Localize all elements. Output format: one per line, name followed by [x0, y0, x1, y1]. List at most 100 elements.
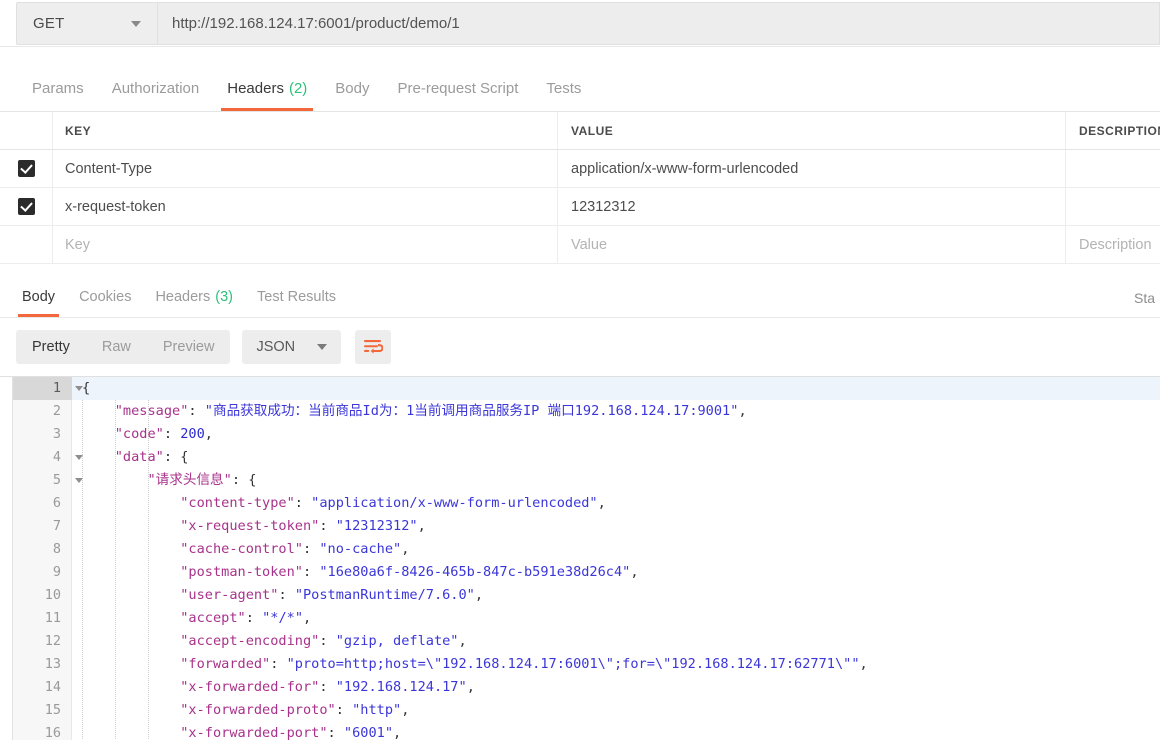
code-line: 13 "forwarded": "proto=http;host=\"192.1… — [13, 653, 1160, 676]
token-key: "x-request-token" — [180, 518, 320, 534]
request-tab-label: Headers — [227, 79, 284, 97]
token-punc: { — [82, 380, 91, 396]
token-key: "x-forwarded-proto" — [180, 702, 336, 718]
code-line: 7 "x-request-token": "12312312", — [13, 515, 1160, 538]
response-tabs: Body Cookies Headers (3) Test Results Sta — [0, 266, 1160, 318]
header-key-input[interactable]: Key — [53, 226, 558, 263]
token-punc: , — [303, 610, 312, 626]
request-tab-authorization[interactable]: Authorization — [98, 65, 214, 111]
code-line: 15 "x-forwarded-proto": "http", — [13, 699, 1160, 722]
code-line: 16 "x-forwarded-port": "6001", — [13, 722, 1160, 740]
line-number: 14 — [44, 679, 61, 695]
token-punc: , — [401, 702, 410, 718]
header-key-input[interactable]: Content-Type — [53, 150, 558, 187]
code-line-content: "x-request-token": "12312312", — [72, 515, 1160, 538]
token-key: "accept-encoding" — [180, 633, 320, 649]
response-tab-label: Body — [22, 289, 56, 305]
line-number: 16 — [44, 725, 61, 740]
token-key: "code" — [114, 426, 164, 442]
fold-toggle-icon[interactable] — [75, 386, 83, 391]
response-tab-body[interactable]: Body — [10, 277, 67, 317]
line-number: 10 — [44, 587, 61, 603]
code-line: 9 "postman-token": "16e80a6f-8426-465b-8… — [13, 561, 1160, 584]
request-tab-tests[interactable]: Tests — [532, 65, 595, 111]
token-punc: , — [738, 403, 747, 419]
chevron-down-icon — [131, 20, 141, 27]
token-punc: , — [474, 587, 484, 603]
token-punc: , — [466, 679, 475, 695]
code-line-content: "x-forwarded-proto": "http", — [72, 699, 1160, 722]
token-str: "192.168.124.17" — [335, 679, 467, 695]
code-line: 8 "cache-control": "no-cache", — [13, 538, 1160, 561]
token-punc: : — [278, 587, 295, 603]
headers-select-all-cell — [0, 112, 53, 149]
response-tab-cookies[interactable]: Cookies — [67, 277, 143, 317]
token-punc: : — [270, 656, 287, 672]
headers-column-header: VALUE — [558, 112, 1066, 149]
request-tabs: Params Authorization Headers (2) Body Pre-req… — [0, 47, 1160, 111]
header-key-input[interactable]: x-request-token — [53, 188, 558, 225]
fold-toggle-icon[interactable] — [75, 455, 83, 460]
token-key: "x-forwarded-port" — [180, 725, 328, 740]
code-line: 6 "content-type": "application/x-www-for… — [13, 492, 1160, 515]
token-punc: : — [327, 725, 344, 740]
view-mode-preview[interactable]: Preview — [147, 330, 231, 364]
token-key: "message" — [114, 403, 189, 419]
response-tab-label: Headers — [155, 289, 211, 305]
header-value-input[interactable]: 12312312 — [558, 188, 1066, 225]
header-value-input[interactable]: application/x-www-form-urlencoded — [558, 150, 1066, 187]
response-tab-headers[interactable]: Headers (3) — [143, 277, 245, 317]
code-line-content: "请求头信息": { — [72, 469, 1160, 492]
line-number: 11 — [44, 610, 61, 626]
word-wrap-toggle-button[interactable] — [355, 330, 392, 364]
token-punc: : — [294, 495, 312, 511]
token-punc: : — [302, 541, 320, 557]
token-key: "请求头信息" — [147, 472, 232, 488]
headers-column-header: KEY — [53, 112, 558, 149]
request-tab-body[interactable]: Body — [321, 65, 383, 111]
response-tab-test-results[interactable]: Test Results — [245, 277, 348, 317]
token-punc: : — [245, 610, 263, 626]
token-str: "商品获取成功：当前商品Id为：1当前调用商品服务IP 端口192.168.12… — [204, 403, 739, 419]
view-mode-pretty[interactable]: Pretty — [16, 330, 86, 364]
header-description-input[interactable]: Description — [1066, 226, 1160, 263]
token-punc: : — [319, 679, 336, 695]
response-language-select[interactable]: JSON — [242, 330, 342, 364]
code-line: 4 "data": { — [13, 446, 1160, 469]
line-number: 5 — [52, 472, 61, 488]
fold-toggle-icon[interactable] — [75, 478, 83, 483]
token-str: "application/x-www-form-urlencoded" — [311, 495, 598, 511]
header-description-input[interactable] — [1066, 150, 1160, 187]
request-tab-pre-request-script[interactable]: Pre-request Script — [384, 65, 533, 111]
view-mode-raw[interactable]: Raw — [86, 330, 147, 364]
header-enabled-checkbox[interactable] — [17, 198, 35, 215]
header-enabled-checkbox[interactable] — [17, 160, 35, 177]
code-line-content: "x-forwarded-port": "6001", — [72, 722, 1160, 740]
request-url-input[interactable]: http://192.168.124.17:6001/product/demo/… — [158, 2, 1160, 45]
request-tab-count: (2) — [288, 79, 308, 97]
code-line-content: "data": { — [72, 446, 1160, 469]
token-key: "user-agent" — [180, 587, 279, 603]
token-str: "12312312" — [335, 518, 418, 534]
token-punc: : — [163, 426, 181, 442]
headers-table: KEY VALUE DESCRIPTION Content-Type applicati… — [0, 111, 1160, 264]
headers-column-header: DESCRIPTION — [1079, 123, 1160, 138]
request-tab-headers[interactable]: Headers (2) — [213, 65, 321, 111]
code-line: 10 "user-agent": "PostmanRuntime/7.6.0", — [13, 584, 1160, 607]
token-num: 200 — [180, 426, 205, 442]
code-line: 14 "x-forwarded-for": "192.168.124.17", — [13, 676, 1160, 699]
token-punc: : { — [163, 449, 189, 465]
response-language-label: JSON — [256, 339, 296, 355]
response-tab-count: (3) — [215, 289, 233, 305]
request-tab-params[interactable]: Params — [18, 65, 98, 111]
token-punc: , — [458, 633, 467, 649]
header-description-input[interactable] — [1066, 188, 1160, 225]
token-str: "6001" — [343, 725, 394, 740]
response-tab-label: Test Results — [257, 289, 336, 305]
token-punc: , — [401, 541, 410, 557]
line-number: 12 — [44, 633, 61, 649]
token-str: "http" — [352, 702, 402, 718]
http-method-select[interactable]: GET — [16, 2, 158, 45]
response-body-viewer[interactable]: 1{2 "message": "商品获取成功：当前商品Id为：1当前调用商品服务… — [0, 376, 1160, 740]
header-value-input[interactable]: Value — [558, 226, 1066, 263]
